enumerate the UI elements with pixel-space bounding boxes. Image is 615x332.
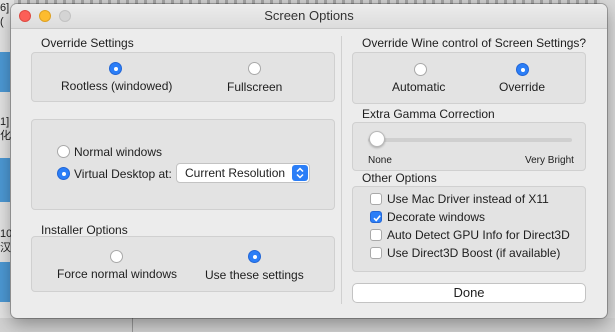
- screen-options-window: Screen Options Override Settings Rootles…: [11, 4, 607, 318]
- minimize-button[interactable]: [39, 10, 51, 22]
- wine-control-heading: Override Wine control of Screen Settings…: [362, 36, 587, 50]
- checkmark-icon: [373, 215, 381, 222]
- background-file-icon: [0, 262, 10, 302]
- background-text: 化: [0, 130, 11, 142]
- installer-options-group: [31, 236, 335, 292]
- auto-detect-gpu-label: Auto Detect GPU Info for Direct3D: [387, 228, 570, 242]
- radio-virtual-desktop[interactable]: [57, 167, 70, 180]
- other-options-heading: Other Options: [362, 171, 437, 185]
- installer-options-heading: Installer Options: [41, 223, 128, 237]
- rootless-label: Rootless (windowed): [61, 79, 173, 93]
- gamma-min-label: None: [368, 155, 392, 166]
- mac-driver-label: Use Mac Driver instead of X11: [387, 192, 549, 206]
- checkbox-mac-driver[interactable]: [370, 193, 382, 205]
- override-settings-group: [31, 52, 335, 102]
- radio-fullscreen[interactable]: [248, 62, 261, 75]
- title-bar[interactable]: Screen Options: [11, 4, 607, 29]
- override-settings-heading: Override Settings: [41, 36, 134, 50]
- checkbox-auto-detect-gpu[interactable]: [370, 229, 382, 241]
- radio-rootless[interactable]: [109, 62, 122, 75]
- radio-use-these-settings[interactable]: [248, 250, 261, 263]
- gamma-max-label: Very Bright: [525, 155, 574, 166]
- direct3d-boost-label: Use Direct3D Boost (if available): [387, 246, 561, 260]
- gamma-slider-knob[interactable]: [369, 131, 385, 147]
- radio-automatic[interactable]: [414, 63, 427, 76]
- radio-force-normal-windows[interactable]: [110, 250, 123, 263]
- automatic-label: Automatic: [392, 80, 446, 94]
- background-file-icon: [0, 52, 10, 92]
- background-text: 1]: [0, 116, 10, 128]
- radio-override[interactable]: [516, 63, 529, 76]
- gamma-slider-track[interactable]: [368, 138, 572, 142]
- checkbox-direct3d-boost[interactable]: [370, 247, 382, 259]
- background-text: 汉: [0, 242, 11, 254]
- background-window-bottom: [0, 318, 615, 332]
- fullscreen-label: Fullscreen: [227, 80, 283, 94]
- virtual-desktop-label: Virtual Desktop at:: [74, 167, 172, 181]
- wine-control-group: [352, 52, 586, 104]
- background-file-icon: [0, 158, 10, 202]
- force-normal-windows-label: Force normal windows: [57, 267, 178, 281]
- radio-normal-windows[interactable]: [57, 145, 70, 158]
- background-text: 6]: [0, 2, 10, 14]
- override-label: Override: [499, 80, 546, 94]
- column-divider: [341, 36, 342, 304]
- background-text: (: [0, 16, 4, 28]
- resolution-select[interactable]: Current Resolution: [176, 163, 310, 183]
- done-button[interactable]: Done: [352, 283, 586, 303]
- checkbox-decorate-windows[interactable]: [370, 211, 382, 223]
- normal-windows-label: Normal windows: [74, 145, 163, 159]
- background-divider: [132, 318, 133, 332]
- close-button[interactable]: [19, 10, 31, 22]
- zoom-button[interactable]: [59, 10, 71, 22]
- resolution-value: Current Resolution: [185, 166, 286, 180]
- window-title: Screen Options: [264, 8, 354, 23]
- chevron-updown-icon: [292, 165, 308, 181]
- decorate-windows-label: Decorate windows: [387, 210, 486, 224]
- use-these-settings-label: Use these settings: [205, 268, 304, 282]
- gamma-heading: Extra Gamma Correction: [362, 107, 495, 121]
